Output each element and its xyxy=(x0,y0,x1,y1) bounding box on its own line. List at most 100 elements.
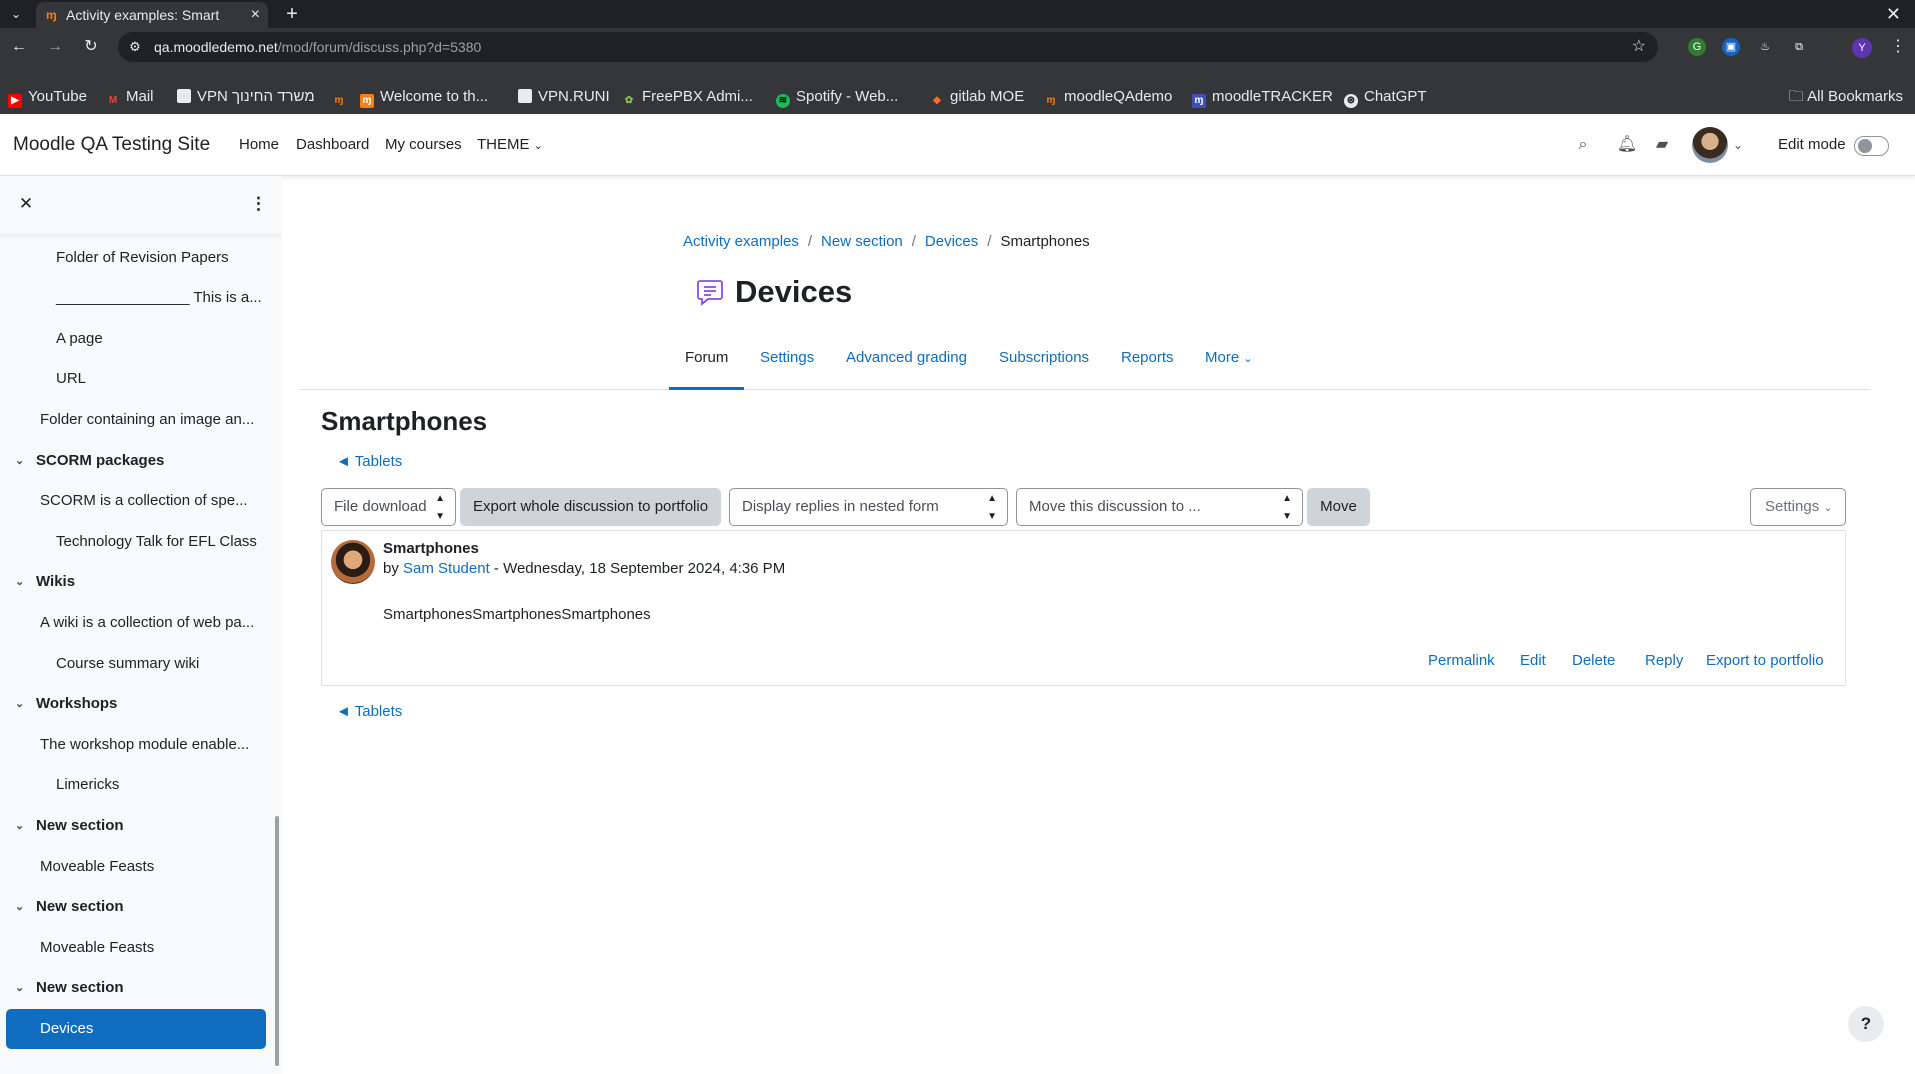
user-avatar[interactable] xyxy=(1692,127,1728,163)
messages-icon[interactable]: ▰ xyxy=(1651,134,1673,156)
course-index-activity[interactable]: Moveable Feasts xyxy=(0,928,270,968)
bookmark-spotify[interactable]: ≋ Spotify - Web... xyxy=(776,84,898,110)
move-button[interactable]: Move xyxy=(1307,488,1370,526)
new-tab-button[interactable]: + xyxy=(280,2,304,26)
nav-home[interactable]: Home xyxy=(239,114,279,176)
previous-discussion-link-bottom[interactable]: ◄ Tablets xyxy=(336,700,402,724)
tab-more[interactable]: More ⌄ xyxy=(1205,340,1253,390)
course-index-activity[interactable]: URL xyxy=(0,359,270,399)
move-discussion-select[interactable]: Move this discussion to ... ▲ ▼ xyxy=(1016,488,1303,526)
browser-menu-icon[interactable]: ⋮ xyxy=(1890,36,1906,56)
nav-theme[interactable]: THEME ⌄ xyxy=(477,114,543,177)
browser-profile-avatar[interactable]: Y xyxy=(1852,38,1872,58)
chevron-down-icon[interactable]: ⌄ xyxy=(1733,134,1743,156)
course-index-section[interactable]: ⌄ New section xyxy=(0,968,270,1008)
tab-subscriptions[interactable]: Subscriptions xyxy=(999,340,1089,390)
tab-search-chevron-icon[interactable]: ⌄ xyxy=(6,4,26,24)
bookmark-gitlab[interactable]: ◆ gitlab MOE xyxy=(930,84,1024,110)
tab-settings[interactable]: Settings xyxy=(760,340,814,390)
edit-link[interactable]: Edit xyxy=(1520,649,1546,673)
tab-close-icon[interactable]: × xyxy=(251,2,260,28)
bookmark-freepbx[interactable]: ✿ FreePBX Admi... xyxy=(622,84,753,110)
author-avatar[interactable] xyxy=(331,540,375,584)
chevron-down-icon[interactable]: ⌄ xyxy=(15,441,29,481)
export-to-portfolio-link[interactable]: Export to portfolio xyxy=(1706,649,1824,673)
moodle-icon: ɱ xyxy=(360,94,374,108)
bookmark-vpn-moe[interactable]: VPN משרד החינוך xyxy=(177,84,315,110)
back-arrow-icon[interactable]: ← xyxy=(8,36,30,58)
extension-rec-icon[interactable]: ▣ xyxy=(1722,38,1740,56)
edit-mode-toggle[interactable] xyxy=(1854,136,1889,156)
notifications-bell-icon[interactable]: 🔔︎ xyxy=(1616,134,1638,156)
bookmark-mail[interactable]: M Mail xyxy=(106,84,154,110)
drawer-scrollbar[interactable] xyxy=(275,816,279,1066)
bookmark-vpn-runi[interactable]: VPN.RUNI xyxy=(518,84,610,110)
search-icon[interactable]: ⌕ xyxy=(1572,134,1594,156)
post-author-link[interactable]: Sam Student xyxy=(403,560,490,577)
close-icon[interactable]: ✕ xyxy=(16,194,36,214)
breadcrumb-course[interactable]: Activity examples xyxy=(683,233,799,250)
permalink-link[interactable]: Permalink xyxy=(1428,649,1495,673)
tab-forum[interactable]: Forum xyxy=(669,340,745,390)
reply-link[interactable]: Reply xyxy=(1645,649,1683,673)
extensions-puzzle-icon[interactable]: ⧉ xyxy=(1790,38,1808,56)
bookmark-moodle-small[interactable]: ɱ xyxy=(332,84,352,110)
course-index-activity[interactable]: Course summary wiki xyxy=(0,644,270,684)
course-index-activity[interactable]: SCORM is a collection of spe... xyxy=(0,481,270,521)
file-download-select[interactable]: File download ▲ ▼ xyxy=(321,488,456,526)
course-index-activity[interactable]: Technology Talk for EFL Class xyxy=(0,522,270,562)
bookmark-welcome[interactable]: ɱ Welcome to th... xyxy=(360,84,488,110)
course-index-activity[interactable]: ________________ This is a... xyxy=(0,278,270,318)
course-index-activity-active[interactable]: Devices xyxy=(6,1009,266,1049)
chevron-down-icon[interactable]: ⌄ xyxy=(15,562,29,602)
site-name[interactable]: Moodle QA Testing Site xyxy=(13,114,210,176)
course-index-activity[interactable]: The workshop module enable... xyxy=(0,725,270,765)
course-index-activity[interactable]: Folder containing an image an... xyxy=(0,400,270,440)
course-index-section[interactable]: ⌄ Wikis xyxy=(0,562,270,602)
course-index-activity[interactable]: Moveable Feasts xyxy=(0,847,270,887)
course-index-activity[interactable]: A wiki is a collection of web pa... xyxy=(0,603,270,643)
bookmark-moodletracker[interactable]: ɱ moodleTRACKER xyxy=(1192,84,1333,110)
export-discussion-button[interactable]: Export whole discussion to portfolio xyxy=(460,488,721,526)
previous-discussion-link[interactable]: ◄ Tablets xyxy=(336,450,402,474)
course-index-section[interactable]: ⌄ SCORM packages xyxy=(0,441,270,481)
window-close-button[interactable]: ✕ xyxy=(1886,2,1901,26)
browser-tab-active[interactable]: ɱ Activity examples: Smart × xyxy=(36,2,268,28)
delete-link[interactable]: Delete xyxy=(1572,649,1615,673)
tab-reports[interactable]: Reports xyxy=(1121,340,1174,390)
extension-flame-icon[interactable]: ♨ xyxy=(1756,38,1774,56)
chevron-down-icon[interactable]: ⌄ xyxy=(15,806,29,846)
bookmark-moodleqademo[interactable]: ɱ moodleQAdemo xyxy=(1044,84,1173,110)
chevron-down-icon[interactable]: ⌄ xyxy=(15,968,29,1008)
discussion-settings-button[interactable]: Settings ⌄ xyxy=(1750,488,1846,526)
bookmark-chatgpt[interactable]: ⊛ ChatGPT xyxy=(1344,84,1427,110)
all-bookmarks[interactable]: 🗀 All Bookmarks xyxy=(1789,84,1903,110)
nav-dashboard[interactable]: Dashboard xyxy=(296,114,369,176)
page-icon xyxy=(518,89,532,103)
site-info-icon[interactable]: ⚙ xyxy=(126,38,144,56)
bookmark-youtube[interactable]: ▶ YouTube xyxy=(8,84,87,110)
address-bar[interactable]: ⚙ qa.moodledemo.net/mod/forum/discuss.ph… xyxy=(118,32,1658,62)
bookmark-star-icon[interactable]: ☆ xyxy=(1632,32,1646,62)
more-options-icon[interactable]: ⋮ xyxy=(250,194,267,214)
nav-my-courses[interactable]: My courses xyxy=(385,114,462,176)
course-index-label: Moveable Feasts xyxy=(40,857,155,875)
course-index-section[interactable]: ⌄ New section xyxy=(0,887,270,927)
chevron-down-icon[interactable]: ⌄ xyxy=(15,887,29,927)
chevron-down-icon[interactable]: ⌄ xyxy=(15,684,29,724)
tab-advanced-grading[interactable]: Advanced grading xyxy=(846,340,967,390)
course-index-activity[interactable]: Folder of Revision Papers xyxy=(0,238,270,278)
course-index-label: ________________ This is a... xyxy=(56,289,262,307)
breadcrumb-section[interactable]: New section xyxy=(821,233,903,250)
bookmark-label: VPN.RUNI xyxy=(538,88,610,105)
course-index-section[interactable]: ⌄ Workshops xyxy=(0,684,270,724)
extension-grammar-icon[interactable]: G xyxy=(1688,38,1706,56)
course-index-activity[interactable]: Limericks xyxy=(0,765,270,805)
forward-arrow-icon[interactable]: → xyxy=(44,36,66,58)
display-mode-select[interactable]: Display replies in nested form ▲ ▼ xyxy=(729,488,1008,526)
reload-icon[interactable]: ↻ xyxy=(80,36,102,58)
course-index-activity[interactable]: A page xyxy=(0,319,270,359)
breadcrumb-forum[interactable]: Devices xyxy=(925,233,978,250)
course-index-section[interactable]: ⌄ New section xyxy=(0,806,270,846)
help-button[interactable]: ? xyxy=(1848,1006,1884,1042)
